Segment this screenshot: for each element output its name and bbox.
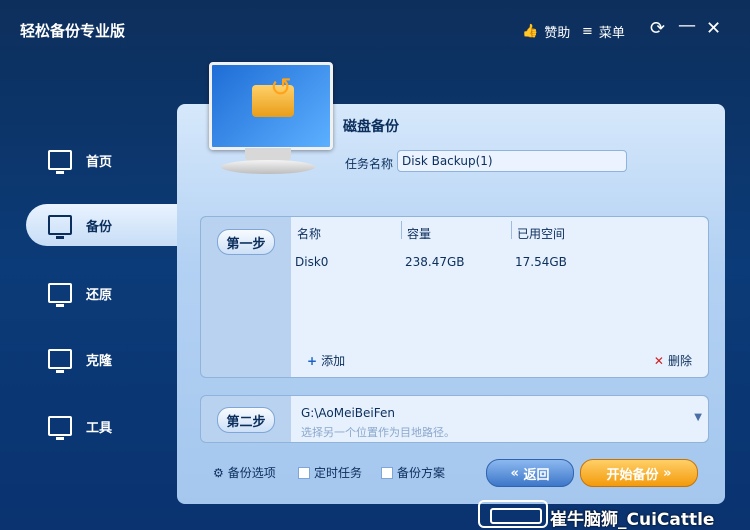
disk-backup-illustration — [205, 60, 333, 178]
close-icon[interactable]: ✕ — [706, 18, 721, 39]
sidebar-item-label: 工具 — [86, 420, 113, 436]
menu-icon: ≡ — [582, 24, 593, 39]
minimize-icon[interactable]: — — [678, 15, 696, 36]
table-row-used: 17.54GB — [515, 255, 567, 269]
double-chevron-left-icon: « — [510, 465, 519, 481]
bilibili-logo — [478, 500, 548, 528]
add-label: 添加 — [321, 354, 346, 368]
thumbs-up-icon: 👍 — [522, 24, 539, 39]
sidebar-item-clone[interactable]: 克隆 — [26, 338, 178, 380]
donate-label: 赞助 — [544, 26, 571, 41]
sidebar-item-label: 克隆 — [86, 353, 113, 369]
start-label: 开始备份 — [606, 467, 659, 483]
column-separator — [401, 221, 402, 239]
refresh-icon[interactable]: ⟳ — [650, 18, 665, 39]
back-button[interactable]: « 返回 — [486, 459, 574, 487]
backup-scheme-label: 备份方案 — [397, 466, 446, 480]
backup-monitor-icon — [48, 215, 72, 239]
start-backup-button[interactable]: 开始备份 » — [580, 459, 698, 487]
delete-x-icon: ✕ — [653, 353, 664, 368]
table-row-capacity: 238.47GB — [405, 255, 465, 269]
plus-icon: + — [307, 353, 318, 368]
menu-label: 菜单 — [598, 26, 625, 41]
tools-monitor-icon — [48, 416, 72, 440]
delete-button[interactable]: ✕ 删除 — [654, 352, 692, 369]
add-button[interactable]: + 添加 — [307, 352, 345, 369]
destination-hint: 选择另一个位置作为目地路径。 — [301, 426, 455, 439]
delete-label: 删除 — [667, 354, 692, 368]
backup-options-label: 备份选项 — [227, 466, 276, 480]
restore-monitor-icon — [48, 283, 72, 307]
step1-source-box: 第一步 名称 容量 已用空间 Disk0 238.47GB 17.54GB + … — [200, 216, 709, 378]
sidebar-item-label: 首页 — [86, 154, 113, 170]
sidebar-item-home[interactable]: 首页 — [26, 139, 178, 181]
step1-button[interactable]: 第一步 — [217, 229, 275, 255]
title-bar: 轻松备份专业版 👍 赞助 ≡ 菜单 ⟳ — ✕ — [0, 0, 750, 58]
clone-monitor-icon — [48, 349, 72, 373]
step2-destination-box: 第二步 G:\AoMeiBeiFen 选择另一个位置作为目地路径。 ▼ — [200, 395, 709, 443]
watermark-text: 崔牛脑狮_CuiCattle — [550, 510, 715, 530]
app-title: 轻松备份专业版 — [20, 22, 126, 40]
sidebar-item-restore[interactable]: 还原 — [26, 272, 178, 314]
sidebar-item-backup[interactable]: 备份 — [26, 204, 186, 246]
donate-button[interactable]: 👍 赞助 — [522, 22, 570, 41]
monitor-screen — [209, 62, 333, 150]
checkbox-box[interactable] — [298, 466, 310, 479]
backup-options-link[interactable]: ⚙ 备份选项 — [213, 464, 276, 481]
step1-left: 第一步 — [201, 217, 292, 377]
double-chevron-right-icon: » — [663, 465, 672, 481]
sidebar-item-label: 还原 — [86, 287, 113, 303]
checkbox-box[interactable] — [381, 466, 393, 479]
menu-button[interactable]: ≡ 菜单 — [582, 22, 625, 41]
scheduled-task-label: 定时任务 — [314, 466, 363, 480]
chevron-down-icon[interactable]: ▼ — [694, 412, 702, 423]
monitor-base — [221, 160, 315, 174]
column-separator — [511, 221, 512, 239]
scheduled-task-checkbox[interactable]: 定时任务 — [298, 464, 362, 481]
destination-path: G:\AoMeiBeiFen — [301, 406, 395, 420]
column-header-used: 已用空间 — [517, 227, 566, 241]
table-row-name[interactable]: Disk0 — [295, 255, 328, 269]
step2-left: 第二步 — [201, 396, 292, 442]
backup-scheme-checkbox[interactable]: 备份方案 — [381, 464, 445, 481]
column-header-capacity: 容量 — [407, 227, 432, 241]
source-disk-list: 名称 容量 已用空间 Disk0 238.47GB 17.54GB + 添加 ✕… — [291, 217, 708, 377]
task-name-label: 任务名称 — [345, 157, 394, 171]
page-title: 磁盘备份 — [343, 119, 399, 135]
home-monitor-icon — [48, 150, 72, 174]
back-label: 返回 — [523, 467, 550, 483]
step2-button[interactable]: 第二步 — [217, 407, 275, 433]
sidebar-item-label: 备份 — [86, 219, 113, 235]
task-name-input[interactable] — [397, 150, 627, 172]
column-header-name: 名称 — [297, 227, 322, 241]
gear-icon: ⚙ — [213, 465, 224, 480]
sidebar-item-tools[interactable]: 工具 — [26, 405, 178, 447]
folder-icon — [252, 73, 294, 117]
destination-selector[interactable]: G:\AoMeiBeiFen 选择另一个位置作为目地路径。 ▼ — [291, 396, 708, 442]
